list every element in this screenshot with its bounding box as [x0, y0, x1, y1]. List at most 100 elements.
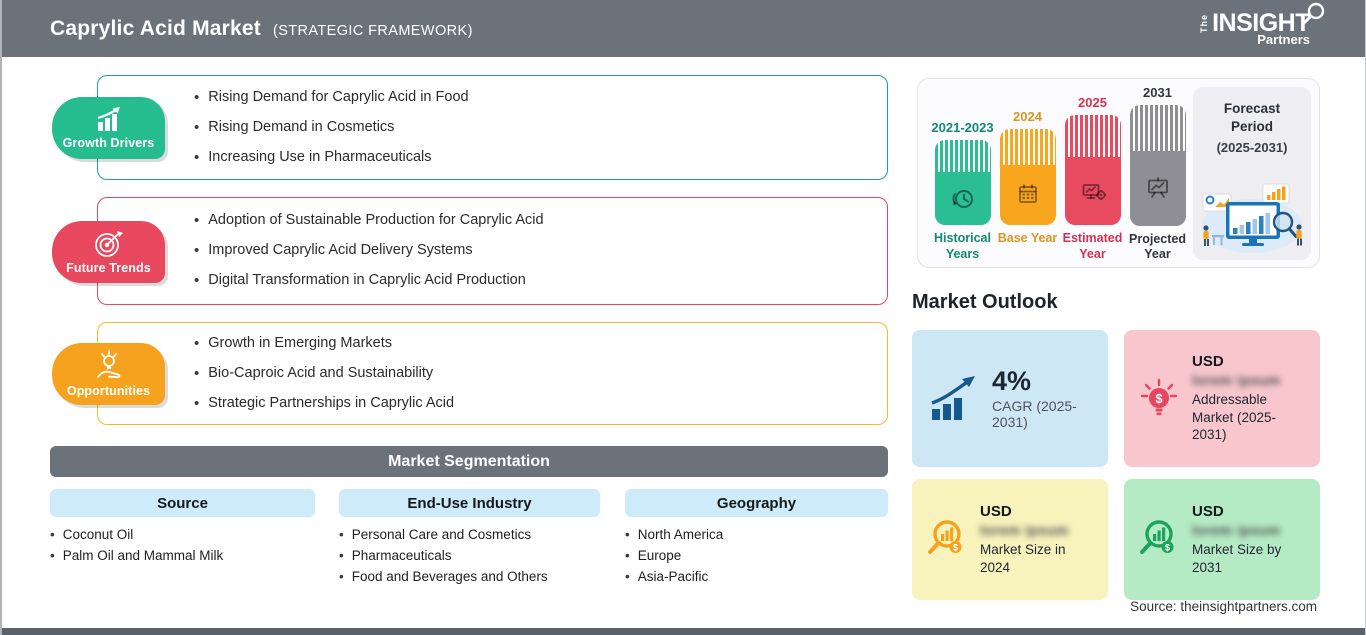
cagr-card: 4% CAGR (2025-2031) [912, 330, 1108, 467]
bar-stripes [934, 140, 991, 173]
addressable-market-card: $ USD lorem ipsum Addressable Market (20… [1124, 330, 1320, 467]
list-item: Adoption of Sustainable Production for C… [194, 212, 873, 230]
badge-label: Opportunities [66, 384, 151, 398]
source-list: Coconut Oil Palm Oil and Mammal Milk [50, 524, 330, 566]
page-title-wrap: Caprylic Acid Market (STRATEGIC FRAMEWOR… [50, 17, 473, 41]
clock-history-icon [952, 189, 973, 208]
future-trends-badge: Future Trends [52, 221, 165, 283]
currency-label: USD [1192, 352, 1224, 370]
page-subtitle: (STRATEGIC FRAMEWORK) [272, 22, 473, 39]
blurred-value: lorem ipsum [1192, 521, 1281, 538]
list-item: Rising Demand for Caprylic Acid in Food [194, 89, 873, 107]
card-caption: Addressable Market (2025-2031) [1192, 391, 1277, 443]
svg-text:$: $ [953, 542, 958, 552]
bar-stripes [1064, 115, 1121, 157]
market-outlook-title: Market Outlook [912, 291, 1058, 313]
list-item: Palm Oil and Mammal Milk [50, 545, 330, 566]
timeline-caption: Estimated Year [1062, 231, 1123, 261]
timeline-year-label: 2025 [1078, 95, 1107, 110]
growth-chart-icon [97, 106, 120, 131]
timeline-base-year: 2024 Base Year [996, 85, 1059, 263]
geography-list: North America Europe Asia-Pacific [625, 524, 888, 587]
header-bar: Caprylic Acid Market (STRATEGIC FRAMEWOR… [2, 0, 1365, 57]
logo-partners-text: Partners [1257, 32, 1310, 47]
segment-header-geography: Geography [625, 489, 888, 517]
bottom-accent-bar [2, 628, 1365, 635]
list-item: Pharmaceuticals [339, 545, 614, 566]
list-item: Bio-Caproic Acid and Sustainability [194, 365, 873, 383]
future-trends-box: Adoption of Sustainable Production for C… [97, 197, 888, 305]
magnifier-chart-green-icon: $ [1140, 519, 1174, 554]
cagr-text: 4% CAGR (2025-2031) [992, 365, 1096, 431]
currency-label: USD [980, 502, 1012, 520]
end-use-list: Personal Care and Cosmetics Pharmaceutic… [339, 524, 614, 587]
badge-label: Future Trends [66, 261, 151, 275]
card-caption: Market Size by 2031 [1192, 541, 1282, 575]
timeline-caption: Historical Years [934, 231, 991, 261]
forecast-illustration [1202, 183, 1302, 253]
timeline-year-label: 2021-2023 [931, 120, 994, 135]
list-item: Increasing Use in Pharmaceuticals [194, 149, 873, 167]
bulb-dollar-icon: $ [1140, 378, 1178, 415]
source-attribution: Source: theinsightpartners.com [1130, 599, 1317, 614]
segment-header-source: Source [50, 489, 315, 517]
timeline-year-label: 2031 [1143, 85, 1172, 100]
timeline-bar-base [999, 129, 1056, 225]
timeline-bars: 2021-2023 Historical Years 2024 Base Yea… [931, 85, 1191, 263]
cagr-caption: CAGR (2025-2031) [992, 398, 1077, 431]
market-segmentation-header: Market Segmentation [50, 446, 888, 477]
magnifier-chart-orange-icon: $ [928, 519, 962, 554]
insight-partners-logo: The INSIGHT Partners [1199, 2, 1325, 47]
timeline-bar-projected [1129, 105, 1186, 226]
bulb-hand-icon [96, 350, 120, 379]
logo-the-text: The [1199, 13, 1210, 33]
svg-text:$: $ [1165, 542, 1170, 552]
svg-text:$: $ [1155, 391, 1163, 406]
list-item: Strategic Partnerships in Caprylic Acid [194, 395, 873, 413]
forecast-period-range: (2025-2031) [1216, 140, 1288, 156]
blurred-value: lorem ipsum [1192, 371, 1281, 388]
future-trends-list: Adoption of Sustainable Production for C… [98, 198, 887, 304]
list-item: Growth in Emerging Markets [194, 335, 873, 353]
list-item: Coconut Oil [50, 524, 330, 545]
forecast-period-panel: Forecast Period (2025-2031) [1193, 87, 1311, 260]
market-size-2031-text: USD lorem ipsum Market Size by 2031 [1192, 503, 1308, 577]
page-title: Caprylic Acid Market [50, 16, 261, 40]
list-item: Rising Demand in Cosmetics [194, 119, 873, 137]
timeline-year-label: 2024 [1013, 109, 1042, 124]
opportunities-box: Growth in Emerging Markets Bio-Caproic A… [97, 322, 888, 425]
list-item: Food and Beverages and Others [339, 566, 614, 587]
list-item: North America [625, 524, 888, 545]
opportunities-badge: Opportunities [52, 343, 165, 405]
timeline-card: 2021-2023 Historical Years 2024 Base Yea… [917, 78, 1320, 268]
badge-label: Growth Drivers [62, 135, 155, 150]
timeline-estimated-year: 2025 Estimated Year [1061, 85, 1124, 263]
bar-stripes [999, 129, 1056, 166]
timeline-bar-historical [934, 140, 991, 225]
timeline-caption: Projected Year [1129, 231, 1186, 262]
forecast-period-label: Forecast Period [1223, 101, 1281, 134]
market-size-2024-card: $ USD lorem ipsum Market Size in 2024 [912, 479, 1108, 600]
currency-label: USD [1192, 502, 1224, 520]
market-size-2031-card: $ USD lorem ipsum Market Size by 2031 [1124, 479, 1320, 600]
list-item: Europe [625, 545, 888, 566]
bar-chart-arrow-icon [931, 375, 975, 420]
target-dart-icon [94, 231, 123, 257]
list-item: Personal Care and Cosmetics [339, 524, 614, 545]
presentation-chart-icon [1147, 177, 1168, 199]
monitor-gear-icon [1082, 183, 1106, 200]
card-caption: Market Size in 2024 [980, 541, 1066, 575]
timeline-historical-years: 2021-2023 Historical Years [931, 85, 994, 263]
list-item: Asia-Pacific [625, 566, 888, 587]
magnifier-icon [1302, 2, 1325, 25]
segment-header-end-use: End-Use Industry [339, 489, 600, 517]
blurred-value: lorem ipsum [980, 521, 1069, 538]
list-item: Digital Transformation in Caprylic Acid … [194, 272, 873, 290]
bar-stripes [1129, 105, 1186, 151]
timeline-caption: Base Year [997, 231, 1058, 245]
growth-drivers-list: Rising Demand for Caprylic Acid in Food … [98, 76, 887, 179]
growth-drivers-box: Rising Demand for Caprylic Acid in Food … [97, 75, 888, 180]
growth-drivers-badge: Growth Drivers [52, 97, 165, 159]
cagr-value: 4% [992, 365, 1032, 396]
timeline-projected-year: 2031 Projected Year [1126, 85, 1189, 263]
